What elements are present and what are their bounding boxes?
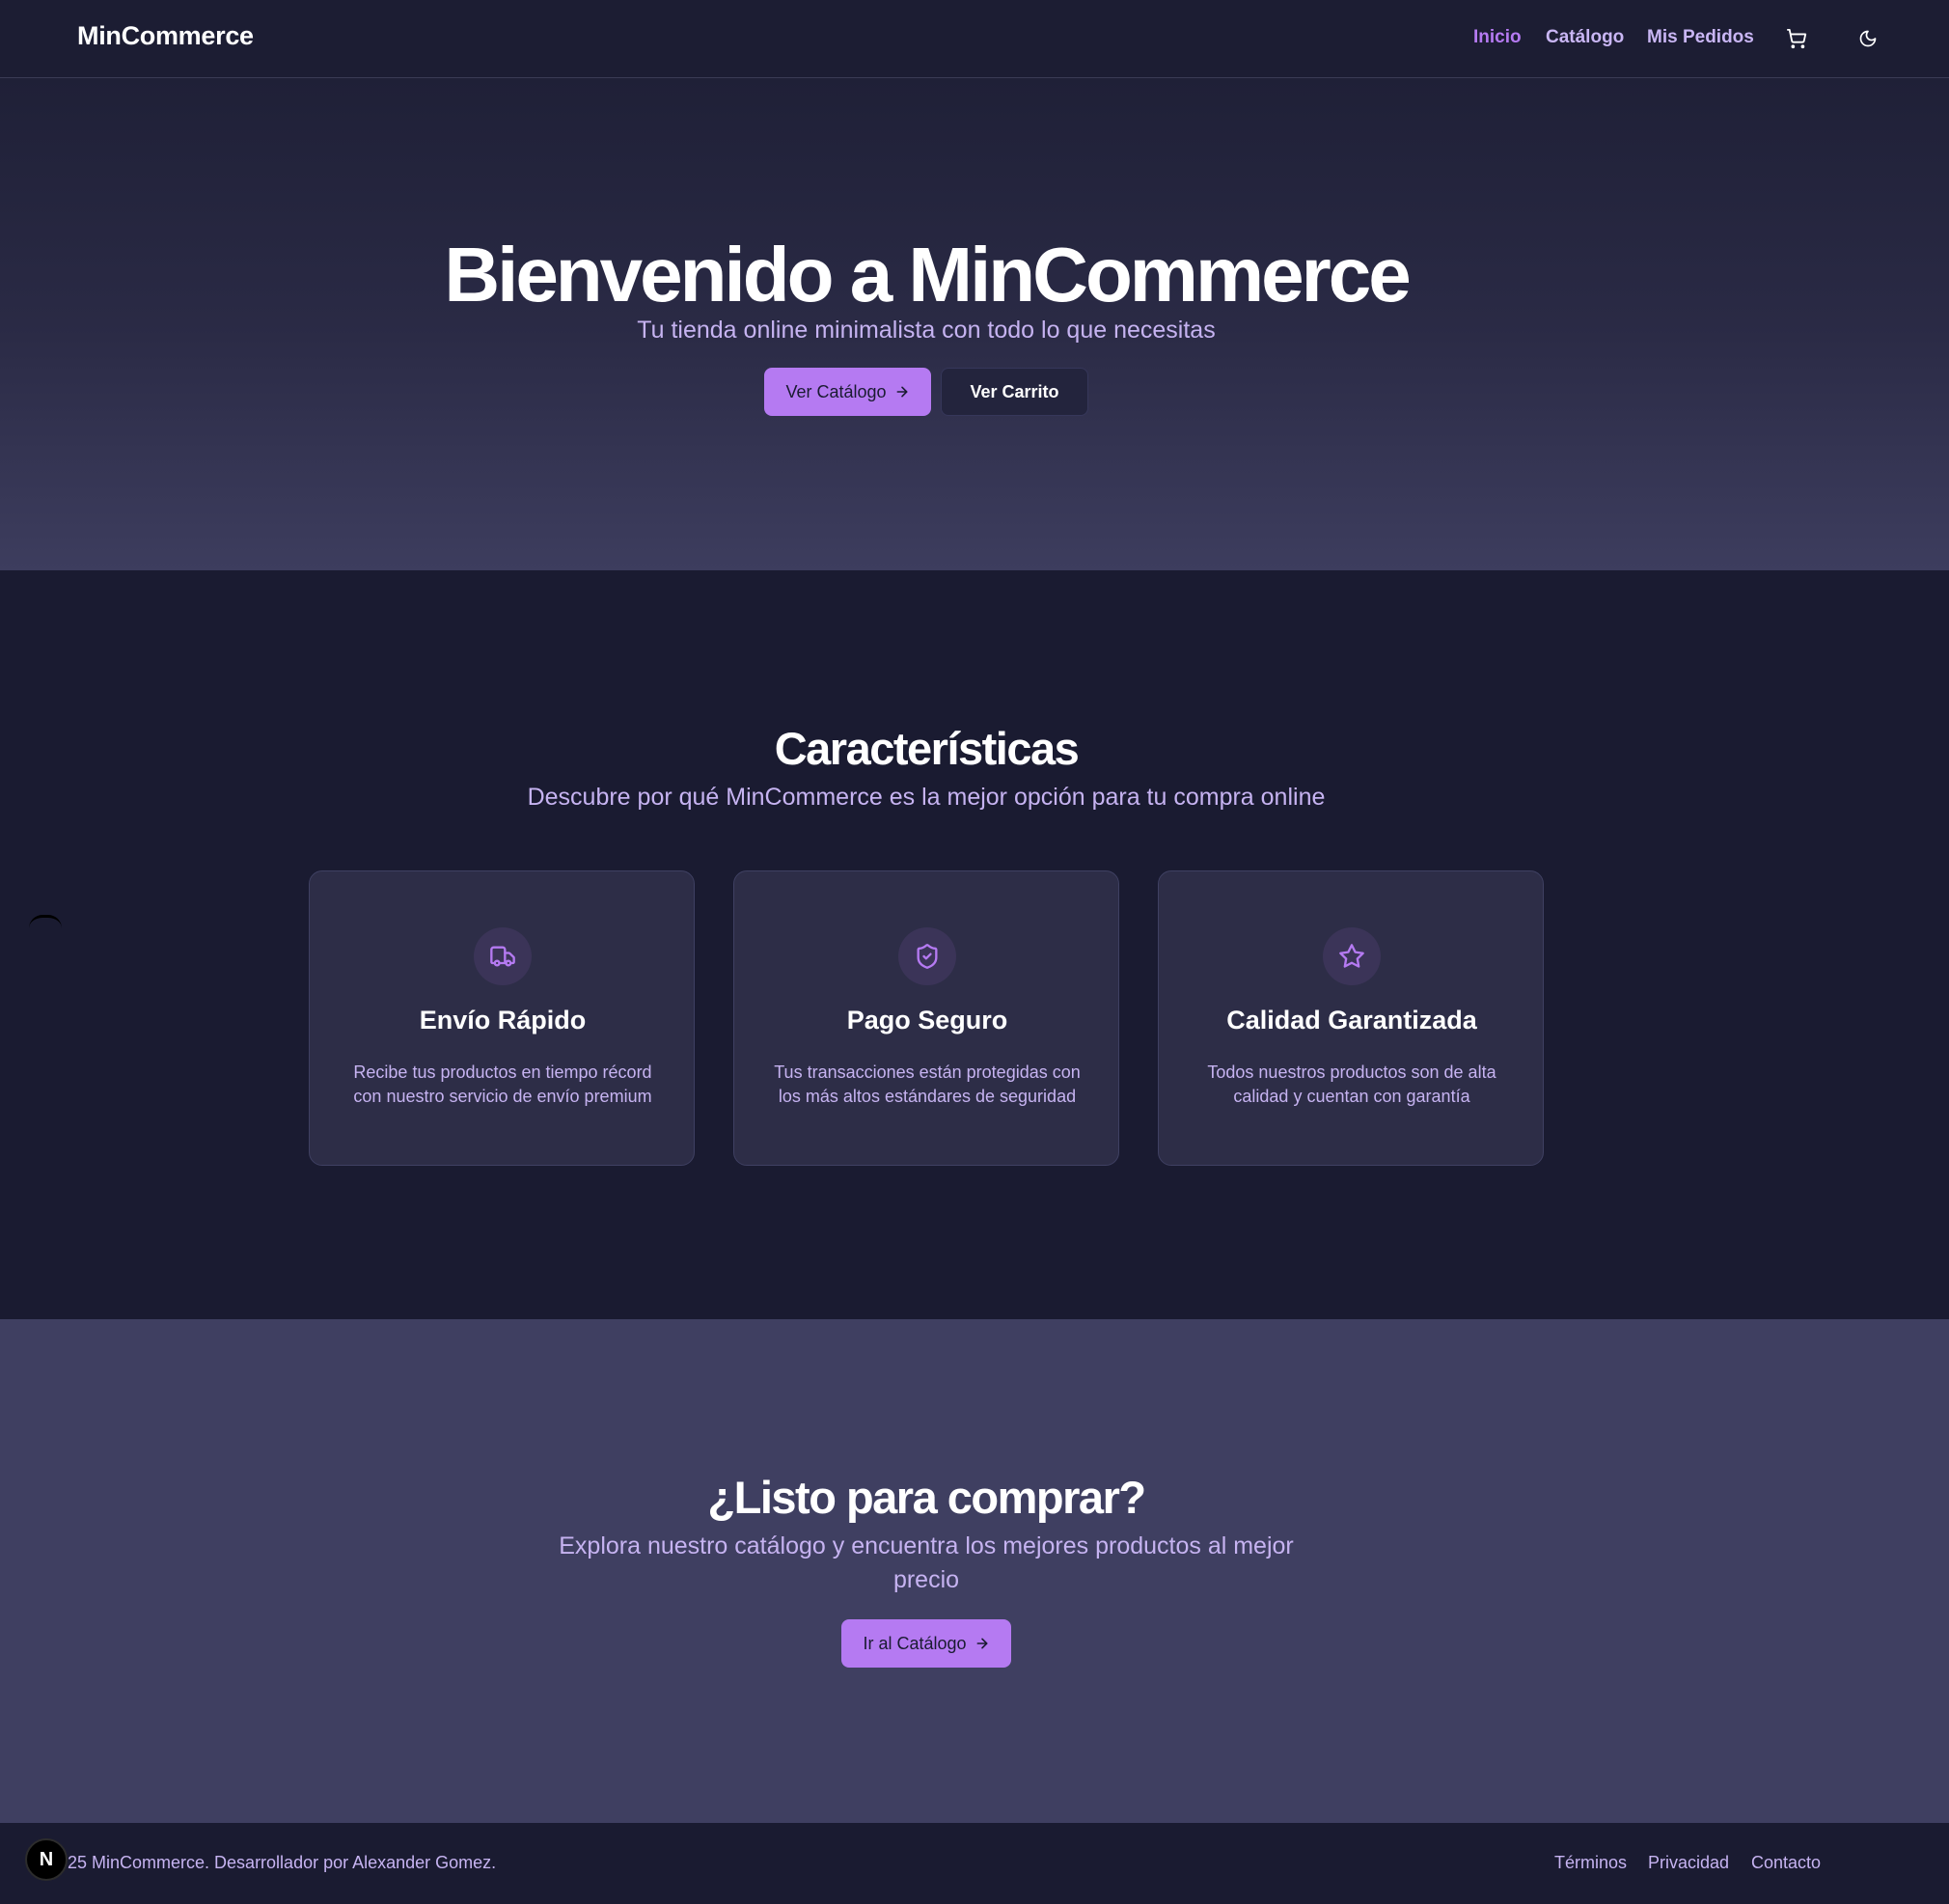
feature-card-quality: Calidad Garantizada Todos nuestros produ… [1158, 870, 1544, 1166]
star-icon [1323, 927, 1381, 985]
hero-section: Bienvenido a MinCommerce Tu tienda onlin… [0, 78, 1949, 570]
feature-card-title: Envío Rápido [419, 1006, 587, 1035]
feature-card-description: Recibe tus productos en tiempo récord co… [353, 1062, 652, 1106]
cart-icon[interactable] [1783, 25, 1810, 52]
go-to-catalog-label: Ir al Catálogo [863, 1633, 967, 1653]
footer-link-terms[interactable]: Términos [1554, 1853, 1627, 1873]
hero-title: Bienvenido a MinCommerce [444, 232, 1411, 317]
nav-link-inicio[interactable]: Inicio [1473, 27, 1522, 48]
nav-link-catalogo[interactable]: Catálogo [1546, 27, 1624, 48]
hero-subtitle: Tu tienda online minimalista con todo lo… [637, 317, 1216, 344]
brand-logo[interactable]: MinCommerce [77, 21, 254, 51]
cta-section: ¿Listo para comprar? Explora nuestro cat… [0, 1319, 1949, 1823]
page: MinCommerce Inicio Catálogo Mis Pedidos … [0, 0, 1949, 1904]
shield-check-icon [898, 927, 956, 985]
go-to-catalog-button[interactable]: Ir al Catálogo [841, 1619, 1011, 1668]
view-cart-label: Ver Carrito [970, 381, 1059, 401]
truck-icon [474, 927, 532, 985]
feature-card-payment: Pago Seguro Tus transacciones están prot… [733, 870, 1119, 1166]
features-section: Características Descubre por qué MinComm… [0, 570, 1949, 1319]
dev-tools-badge[interactable]: N [25, 1838, 68, 1881]
feature-card-title: Calidad Garantizada [1226, 1006, 1477, 1035]
features-subtitle: Descubre por qué MinCommerce es la mejor… [527, 784, 1326, 811]
top-navbar: MinCommerce Inicio Catálogo Mis Pedidos [0, 0, 1949, 78]
feature-card-shipping: Envío Rápido Recibe tus productos en tie… [309, 870, 695, 1166]
footer-copyright: 25 MinCommerce. Desarrollador por Alexan… [68, 1853, 497, 1872]
view-catalog-button[interactable]: Ver Catálogo [764, 368, 931, 416]
footer-link-contact[interactable]: Contacto [1751, 1853, 1821, 1873]
cta-subtitle: Explora nuestro catálogo y encuentra los… [559, 1532, 1294, 1593]
cta-title: ¿Listo para comprar? [707, 1472, 1146, 1523]
footer: 25 MinCommerce. Desarrollador por Alexan… [0, 1823, 1949, 1904]
moon-icon[interactable] [1854, 25, 1881, 52]
feature-card-description: Todos nuestros productos son de alta cal… [1207, 1062, 1496, 1106]
nav-link-mis-pedidos[interactable]: Mis Pedidos [1647, 27, 1754, 48]
arrow-right-icon [976, 1638, 987, 1649]
view-catalog-label: Ver Catálogo [785, 381, 887, 401]
features-title: Características [774, 723, 1080, 774]
arrow-right-icon [896, 386, 907, 398]
feature-card-title: Pago Seguro [846, 1006, 1008, 1035]
feature-card-description: Tus transacciones están protegidas con l… [774, 1062, 1081, 1106]
footer-link-privacy[interactable]: Privacidad [1648, 1853, 1729, 1873]
view-cart-button[interactable]: Ver Carrito [941, 368, 1088, 416]
